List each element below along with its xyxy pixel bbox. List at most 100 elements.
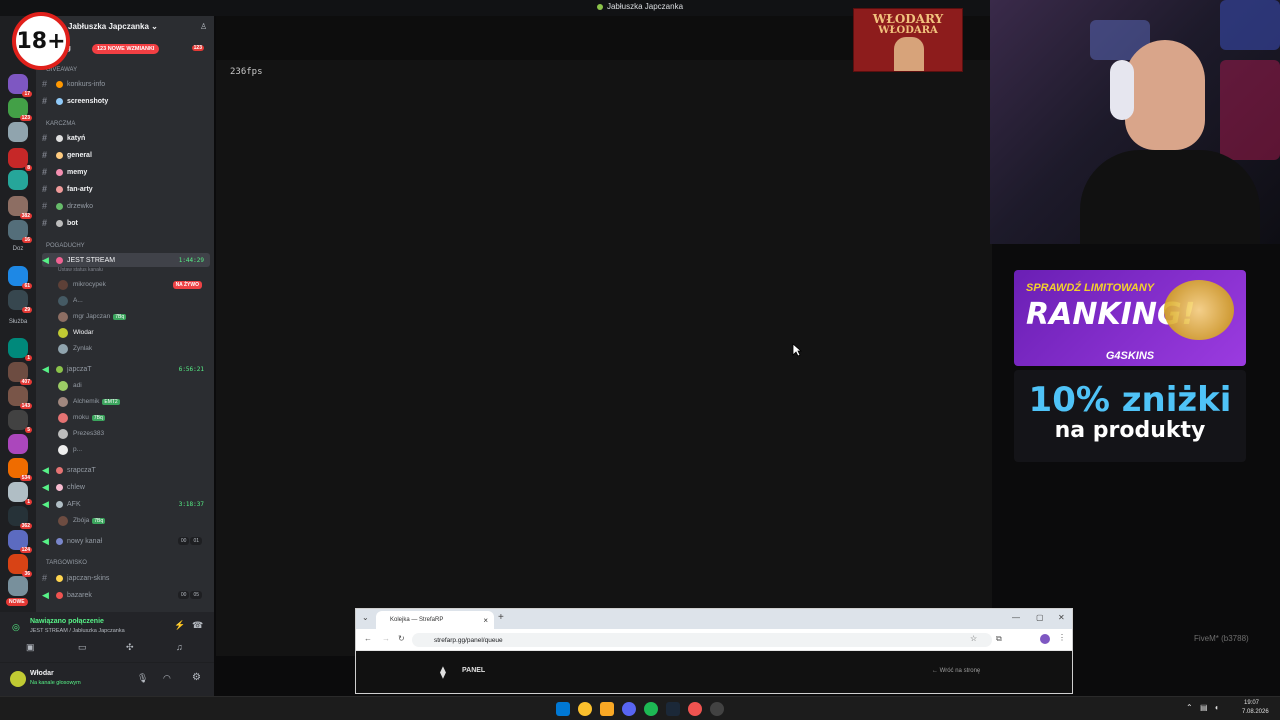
clock-date[interactable]: 7.08.2026 [1242, 709, 1269, 715]
channel-general[interactable]: # general [42, 148, 210, 162]
server-icon[interactable]: 124 [8, 530, 32, 553]
voice-location[interactable]: JEST STREAM / Jabłuszka Japczanka [30, 628, 125, 634]
avatar [58, 327, 68, 338]
reload-icon[interactable]: ↻ [398, 634, 405, 643]
maximize-icon[interactable]: ▢ [1036, 613, 1044, 622]
server-icon[interactable] [8, 170, 28, 190]
headphones-icon[interactable]: ◠ [163, 673, 171, 684]
server-icon[interactable]: 1 [8, 338, 32, 361]
server-icon[interactable]: 8 [8, 148, 32, 171]
voice-status: Nawiązano połączenie [30, 618, 104, 625]
server-icon[interactable]: 407 [8, 362, 32, 385]
profile-avatar[interactable] [1040, 634, 1050, 644]
noise-suppression-icon[interactable]: ⚡ [174, 620, 185, 631]
server-icon[interactable]: 382 [8, 196, 32, 219]
server-icon[interactable]: 123 [8, 98, 32, 121]
chrome-icon[interactable] [578, 702, 592, 716]
server-icon[interactable]: 5 [8, 410, 32, 433]
forward-icon[interactable]: → [382, 634, 390, 643]
channel-japczan-skins[interactable]: # japczan-skins [42, 571, 210, 585]
server-icon[interactable] [8, 434, 28, 454]
minimize-icon[interactable]: — [1012, 613, 1020, 622]
voice-channel-srapczat[interactable]: ◀ srapczaT [42, 463, 210, 477]
gear-icon[interactable]: ⚙ [192, 672, 201, 683]
avatar[interactable] [10, 671, 26, 687]
url-bar[interactable]: strefarp.gg/panel/queue [412, 633, 992, 647]
server-icon[interactable]: 534 [8, 458, 32, 481]
voice-channel-bazarek[interactable]: ◀ bazarek 00 05 [42, 588, 210, 602]
new-tab-icon[interactable]: + [498, 612, 504, 623]
server-name[interactable]: Jabłuszka Japczanka ⌄ [68, 22, 158, 31]
voice-channel-jest-stream[interactable]: ◀ JEST STREAM 1:44:29 [42, 253, 210, 267]
server-icon[interactable]: 1 [8, 482, 32, 505]
voice-channel-nowy-kanal[interactable]: ◀ nowy kanał 00 01 [42, 534, 210, 548]
channel-screenshoty[interactable]: # screenshoty [42, 94, 210, 108]
soundboard-icon[interactable]: ♫ [176, 642, 183, 652]
new-servers-badge[interactable]: NOWE [6, 598, 28, 606]
category-karczma[interactable]: KARCZMA [46, 121, 75, 127]
category-targowisko[interactable]: TARGOWISKO [46, 560, 87, 566]
windows-start-icon[interactable] [556, 702, 570, 716]
spotify-icon[interactable] [644, 702, 658, 716]
back-to-site-link[interactable]: ← Wróć na stronę [932, 668, 980, 674]
screen-share-icon[interactable]: ▭ [78, 642, 87, 653]
voice-user[interactable]: Zbója 7Bq [58, 514, 208, 527]
file-explorer-icon[interactable] [600, 702, 614, 716]
server-icon[interactable] [8, 122, 28, 142]
disconnect-icon[interactable]: ☎ [192, 620, 203, 631]
voice-user[interactable]: Włodar [58, 326, 208, 339]
discord-icon[interactable] [622, 702, 636, 716]
voice-user[interactable]: Prezes383 [58, 427, 208, 440]
server-icon[interactable]: 362 [8, 506, 32, 529]
server-icon[interactable]: 16 [8, 220, 32, 243]
voice-user[interactable]: Alchemik EMT2 [58, 395, 208, 408]
camera-off-icon[interactable]: ▣ [26, 642, 35, 653]
server-icon[interactable] [8, 576, 28, 596]
channel-fan-arty[interactable]: # fan-arty [42, 182, 210, 196]
voice-user[interactable]: mgr Japczan 7Bq [58, 310, 208, 323]
volume-icon[interactable]: ◖ [1214, 703, 1219, 712]
back-icon[interactable]: ← [364, 634, 372, 643]
voice-user-name: mikrocypek [73, 281, 106, 288]
tab-search-icon[interactable]: ⌄ [362, 613, 369, 622]
channel-katyn[interactable]: # katyń [42, 131, 210, 145]
voice-channel-chlew[interactable]: ◀ chlew [42, 480, 210, 494]
server-icon[interactable]: 61 [8, 266, 32, 289]
channel-status-hint[interactable]: Ustaw status kanału [58, 267, 103, 273]
network-icon[interactable]: ▤ [1200, 703, 1208, 712]
activities-icon[interactable]: ✣ [126, 642, 134, 653]
obs-icon[interactable] [688, 702, 702, 716]
voice-user[interactable]: mikrocypek NA ŻYWO [58, 278, 208, 291]
voice-user[interactable]: Zynlak [58, 342, 208, 355]
voice-channel-afk[interactable]: ◀ AFK 3:18:37 [42, 497, 210, 511]
server-icon[interactable]: 29 [8, 290, 32, 313]
close-window-icon[interactable]: ✕ [1058, 613, 1065, 622]
bookmark-star-icon[interactable]: ☆ [970, 634, 977, 643]
browser-tab[interactable]: Kolejka — StrefaRP × [376, 611, 494, 629]
channel-memy[interactable]: # memy [42, 165, 210, 179]
menu-kebab-icon[interactable]: ⋮ [1058, 633, 1066, 642]
voice-channel-japczat[interactable]: ◀ japczaT 6:56:21 [42, 362, 210, 376]
microphone-icon[interactable]: 🎙 [137, 673, 148, 684]
mentions-pill[interactable]: 123 NOWE WZMIANKI [92, 44, 160, 54]
close-tab-icon[interactable]: × [483, 616, 488, 625]
voice-user[interactable]: A... [58, 294, 208, 307]
voice-user[interactable]: adi [58, 379, 208, 392]
voice-user[interactable]: p... [58, 443, 208, 456]
server-icon[interactable]: 36 [8, 554, 32, 577]
voice-user[interactable]: moku 7Bq [58, 411, 208, 424]
tray-chevron-icon[interactable]: ⌃ [1186, 703, 1193, 712]
channel-drzewko[interactable]: # drzewko [42, 199, 210, 213]
app-icon[interactable] [710, 702, 724, 716]
clock-time[interactable]: 19:07 [1244, 700, 1259, 706]
add-member-icon[interactable]: ♙ [200, 22, 207, 31]
server-icon[interactable]: 143 [8, 386, 32, 409]
game-viewport[interactable] [216, 16, 992, 656]
server-icon[interactable]: 17 [8, 74, 32, 97]
channel-bot[interactable]: # bot [42, 216, 210, 230]
extensions-icon[interactable]: ⧉ [996, 634, 1002, 644]
channel-konkurs-info[interactable]: # konkurs-info [42, 77, 210, 91]
steam-icon[interactable] [666, 702, 680, 716]
signal-icon[interactable]: ◎ [12, 622, 20, 633]
category-pogaduchy[interactable]: POGADUCHY [46, 243, 85, 249]
